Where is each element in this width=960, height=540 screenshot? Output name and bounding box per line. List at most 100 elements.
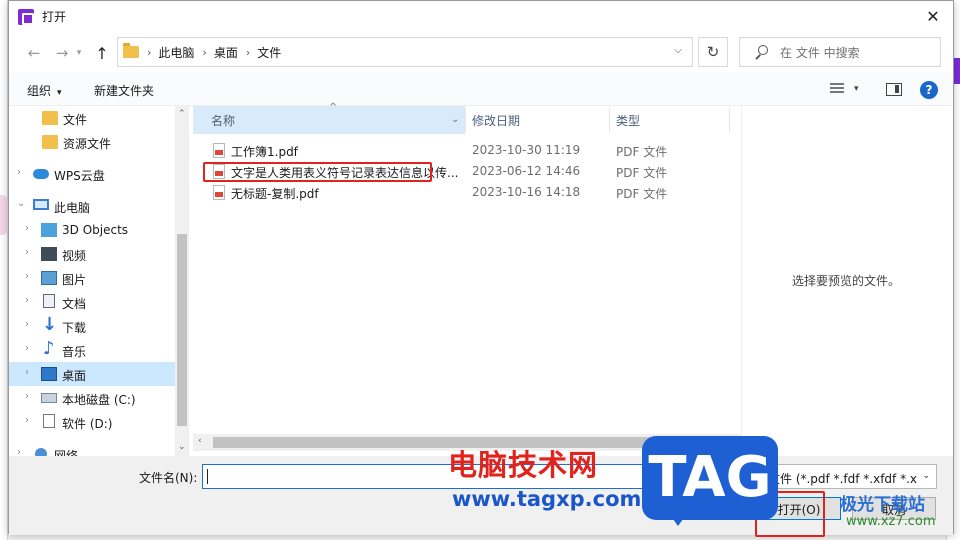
sidebar-item-drive-d[interactable]: › 软件 (D:) <box>9 410 175 434</box>
text-cursor <box>207 469 208 484</box>
new-folder-button[interactable]: 新建文件夹 <box>94 82 154 99</box>
title-bar: 打开 ✕ <box>9 1 953 32</box>
computer-icon <box>33 199 49 210</box>
file-type: PDF 文件 <box>616 166 668 180</box>
view-options-icon[interactable] <box>830 83 844 95</box>
chevron-right-icon[interactable]: › <box>25 343 29 354</box>
column-divider[interactable] <box>729 108 730 132</box>
breadcrumb-this-pc[interactable]: 此电脑 <box>158 44 194 61</box>
forward-arrow-icon: → <box>55 44 69 62</box>
watermark-site-name: 电脑技术网 <box>448 448 599 482</box>
network-icon <box>35 448 47 456</box>
sidebar-item-pictures[interactable]: › 图片 <box>9 266 175 290</box>
sidebar-item-label: 本地磁盘 (C:) <box>62 393 136 407</box>
back-button[interactable]: ← <box>23 43 45 63</box>
search-input[interactable]: 在 文件 中搜索 <box>739 37 941 67</box>
chevron-right-icon[interactable]: › <box>17 167 21 178</box>
new-folder-label: 新建文件夹 <box>94 84 155 98</box>
preview-pane-toggle-icon[interactable] <box>886 83 902 96</box>
sidebar-item-network[interactable]: › 网络 <box>9 442 175 456</box>
chevron-right-icon[interactable]: › <box>25 295 29 306</box>
music-icon <box>42 338 58 359</box>
column-header-type[interactable]: 类型 <box>616 106 640 134</box>
scroll-up-icon[interactable]: ⌃ <box>178 109 186 119</box>
column-header-date-label: 修改日期 <box>472 113 521 128</box>
file-date: 2023-10-30 11:19 <box>472 143 581 157</box>
file-type: PDF 文件 <box>616 145 668 159</box>
breadcrumb-files[interactable]: 文件 <box>257 44 281 61</box>
pdf-file-icon <box>213 143 225 158</box>
sidebar-item-wps-cloud[interactable]: › WPS云盘 <box>9 162 175 186</box>
recent-locations-button[interactable]: ▾ <box>73 43 85 63</box>
watermark-site-url: www.tagxp.com <box>452 487 642 511</box>
chevron-right-icon[interactable]: › <box>25 271 29 282</box>
address-bar[interactable]: › 此电脑 › 桌面 › 文件 ⌵ <box>117 37 693 67</box>
scroll-left-icon[interactable]: ‹ <box>198 436 202 446</box>
folder-icon <box>123 43 139 58</box>
sidebar-item-files[interactable]: 文件 <box>9 106 175 130</box>
desktop-icon <box>41 367 57 381</box>
chevron-right-icon[interactable]: › <box>25 391 29 402</box>
chevron-down-icon[interactable]: ⌄ <box>451 114 459 125</box>
file-row[interactable]: 无标题-复制.pdf 2023-10-16 14:18 PDF 文件 <box>193 182 737 203</box>
sidebar-item-downloads[interactable]: › 下载 <box>9 314 175 338</box>
sidebar-scrollbar[interactable]: ⌃ ⌄ <box>175 106 189 456</box>
cloud-icon <box>33 169 49 179</box>
view-options-chevron-icon[interactable]: ▾ <box>854 84 859 94</box>
chevron-down-icon[interactable]: ⌄ <box>17 198 25 209</box>
file-name: 工作簿1.pdf <box>231 145 298 159</box>
sidebar-item-documents[interactable]: › 文档 <box>9 290 175 314</box>
file-list: ^ 名称 ⌄ 修改日期 类型 工作簿1.pdf 2023-10-30 11:19… <box>193 102 737 456</box>
file-row[interactable]: 工作簿1.pdf 2023-10-30 11:19 PDF 文件 <box>193 140 737 161</box>
app-icon <box>18 8 34 25</box>
chevron-down-icon: ▾ <box>57 88 62 98</box>
sidebar-item-this-pc[interactable]: ⌄ 此电脑 <box>9 194 175 218</box>
scroll-down-icon[interactable]: ⌄ <box>178 442 186 452</box>
sidebar-item-label: 资源文件 <box>63 137 112 151</box>
filetype-value: 图文件 (*.pdf *.fdf *.xfdf *.x <box>756 472 917 486</box>
sort-ascending-icon: ^ <box>329 102 338 113</box>
refresh-button[interactable]: ↻ <box>698 37 728 67</box>
column-divider[interactable] <box>465 108 466 132</box>
column-header-name[interactable]: ^ 名称 ⌄ <box>193 102 465 134</box>
chevron-down-icon: ⌄ <box>922 471 930 481</box>
close-button[interactable]: ✕ <box>919 3 947 30</box>
navigation-pane: 文件 资源文件 › WPS云盘 ⌄ 此电脑 › 3D Objects › 视频 … <box>9 106 189 456</box>
column-header-date[interactable]: 修改日期 <box>472 106 520 134</box>
up-arrow-icon: ↑ <box>95 43 109 63</box>
sidebar-item-music[interactable]: › 音乐 <box>9 338 175 362</box>
sidebar-item-resource-files[interactable]: 资源文件 <box>9 130 175 154</box>
refresh-icon: ↻ <box>706 43 720 61</box>
watermark-tag-pointer <box>668 512 688 526</box>
up-button[interactable]: ↑ <box>91 43 113 63</box>
horizontal-scroll-thumb[interactable] <box>213 437 671 448</box>
chevron-right-icon[interactable]: › <box>25 247 29 258</box>
sidebar-item-desktop[interactable]: › 桌面 <box>9 362 175 386</box>
sidebar-item-3d-objects[interactable]: › 3D Objects <box>9 218 175 242</box>
breadcrumb-desktop[interactable]: 桌面 <box>214 44 238 61</box>
chevron-right-icon[interactable]: › <box>25 223 29 234</box>
sidebar-item-videos[interactable]: › 视频 <box>9 242 175 266</box>
sidebar-item-drive-c[interactable]: › 本地磁盘 (C:) <box>9 386 175 410</box>
column-divider[interactable] <box>609 108 610 132</box>
organize-label: 组织 <box>27 84 52 98</box>
organize-button[interactable]: 组织 ▾ <box>27 82 62 99</box>
chevron-right-icon[interactable]: › <box>25 415 29 426</box>
breadcrumb-separator: › <box>147 45 152 59</box>
address-history-icon[interactable]: ⌵ <box>674 45 682 56</box>
forward-button[interactable]: → <box>51 43 73 63</box>
sidebar-item-label: 视频 <box>62 249 87 263</box>
filetype-select[interactable]: 图文件 (*.pdf *.fdf *.xfdf *.x ⌄ <box>751 464 937 489</box>
file-name: 无标题-复制.pdf <box>231 187 319 201</box>
sidebar-item-label: 文档 <box>62 297 87 311</box>
chevron-right-icon[interactable]: › <box>25 319 29 330</box>
sidebar-item-label: 此电脑 <box>54 201 91 215</box>
sidebar-scroll-thumb[interactable] <box>177 234 187 426</box>
help-icon[interactable]: ? <box>920 81 938 99</box>
file-type: PDF 文件 <box>616 187 668 201</box>
chevron-right-icon[interactable]: › <box>25 367 29 378</box>
chevron-right-icon[interactable]: › <box>17 447 21 456</box>
close-icon: ✕ <box>926 7 940 26</box>
pictures-icon <box>41 271 57 285</box>
sidebar-item-label: 软件 (D:) <box>62 417 113 431</box>
